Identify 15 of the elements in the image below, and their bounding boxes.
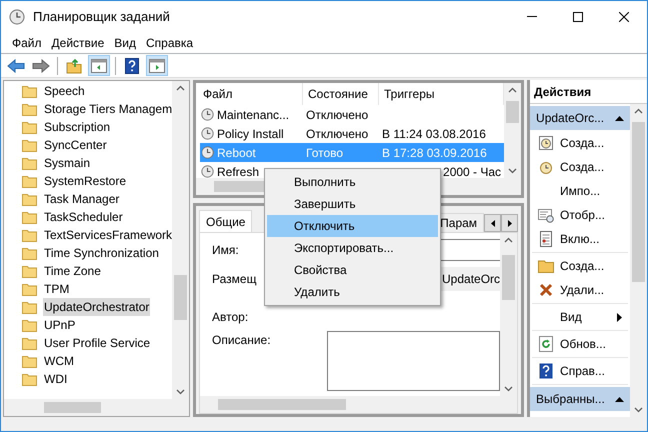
table-cell: Отключено bbox=[306, 126, 368, 140]
field-label: Размещ bbox=[212, 271, 258, 288]
field-label: Описание: bbox=[212, 332, 272, 349]
window-title: Планировщик заданий bbox=[33, 8, 170, 26]
table-cell-text: Reboot bbox=[217, 144, 256, 162]
table-cell-text: В 11:24 03.08.2016 bbox=[382, 126, 486, 142]
table-cell-text: Refresh bbox=[217, 164, 260, 178]
table-cell-text: В 17:28 03.09.2016 bbox=[382, 144, 487, 162]
table-cell: Готово bbox=[306, 146, 344, 160]
field-label: Имя: bbox=[212, 242, 240, 259]
table-cell-text: Maintenanc... bbox=[217, 106, 290, 124]
table-cell-text: 2000 - Час bbox=[443, 164, 502, 178]
table-cell: Отключено bbox=[306, 108, 368, 122]
table-cell-text: Policy Install bbox=[217, 126, 284, 142]
field-label: Автор: bbox=[212, 309, 250, 326]
